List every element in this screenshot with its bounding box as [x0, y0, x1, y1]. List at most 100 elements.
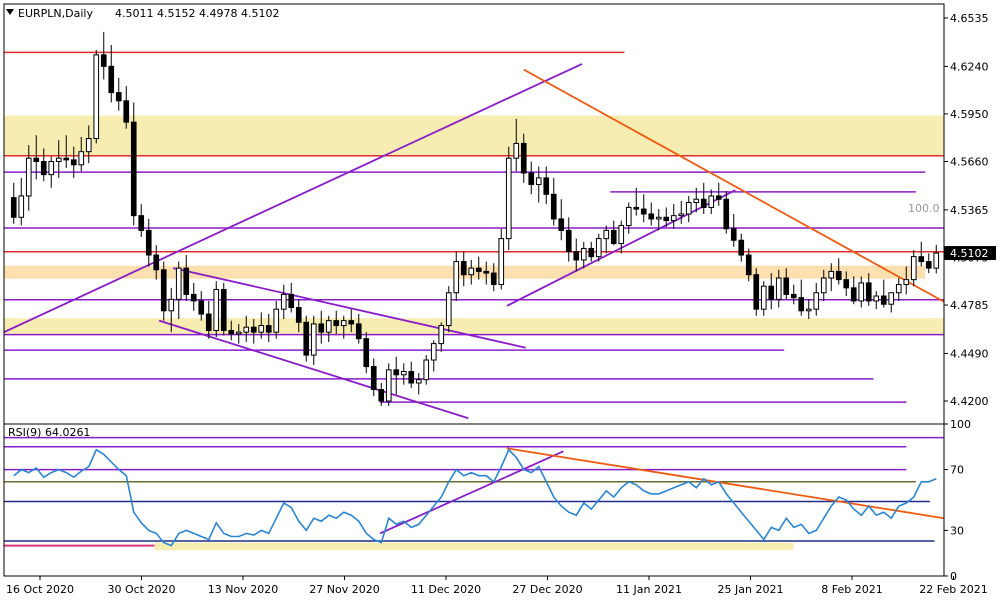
- candle-body: [903, 279, 910, 286]
- candle-body: [33, 157, 40, 162]
- candle-99: [753, 268, 760, 316]
- price-tick-label-3: 4.5660: [950, 156, 989, 169]
- candle-body: [198, 300, 205, 315]
- x-tick-label-2: 13 Nov 2020: [208, 583, 278, 596]
- candle-58: [445, 286, 452, 333]
- candle-body: [685, 202, 692, 215]
- candle-body: [183, 267, 190, 295]
- candle-body: [768, 285, 775, 300]
- candle-body: [348, 320, 355, 325]
- candle-body: [655, 216, 662, 220]
- candle-body: [25, 157, 32, 197]
- candle-body: [858, 282, 865, 302]
- candle-body: [430, 343, 437, 361]
- candle-body: [453, 261, 460, 294]
- candle-body: [318, 323, 325, 333]
- candle-body: [423, 359, 430, 381]
- candle-body: [648, 213, 655, 220]
- candle-body: [78, 151, 85, 166]
- x-tick-label-0: 16 Oct 2020: [6, 583, 74, 596]
- candle-body: [123, 100, 130, 123]
- candle-body: [505, 157, 512, 240]
- candle-body: [565, 229, 572, 253]
- symbol-header: EURPLN,Daily: [18, 7, 93, 20]
- rsi-tick-label-1: 70: [950, 464, 964, 477]
- candle-body: [490, 272, 497, 286]
- candle-body: [813, 292, 820, 310]
- fib-100-label: 100.0: [908, 202, 940, 215]
- rsi-zone-0: [154, 542, 794, 551]
- candle-body: [250, 326, 257, 333]
- candle-body: [468, 267, 475, 276]
- candle-body: [153, 254, 160, 271]
- candle-body: [48, 161, 55, 176]
- chart-canvas: 4.65354.62404.59504.56604.53654.50754.47…: [0, 0, 1000, 600]
- price-tick-label-7: 4.4490: [950, 347, 989, 360]
- candle-body: [220, 288, 227, 331]
- candle-body: [175, 267, 182, 300]
- candle-body: [393, 369, 400, 376]
- candle-50: [385, 363, 392, 406]
- candle-body: [933, 252, 940, 269]
- price-tick-label-4: 4.5365: [950, 204, 989, 217]
- candle-body: [280, 293, 287, 310]
- candle-11: [93, 49, 100, 144]
- candle-body: [100, 54, 107, 67]
- candle-body: [715, 195, 722, 200]
- candle-body: [693, 198, 700, 204]
- price-tick-label-2: 4.5950: [950, 108, 989, 121]
- candle-body: [790, 293, 797, 299]
- price-zone-0: [4, 115, 944, 156]
- candle-body: [10, 197, 17, 218]
- candle-body: [625, 206, 632, 226]
- candle-body: [723, 198, 730, 230]
- candle-55: [423, 355, 430, 385]
- candle-body: [595, 238, 602, 258]
- x-tick-label-5: 27 Dec 2020: [512, 583, 582, 596]
- candle-body: [400, 371, 407, 376]
- rsi-tick-label-3: 0: [950, 570, 957, 583]
- candle-body: [340, 320, 347, 327]
- price-tick-label-6: 4.4785: [950, 299, 989, 312]
- candle-body: [415, 379, 422, 384]
- candle-body: [303, 321, 310, 356]
- candle-body: [243, 326, 250, 333]
- candle-body: [880, 295, 887, 305]
- candle-body: [925, 261, 932, 269]
- rsi-header: RSI(9) 64.0261: [8, 426, 90, 439]
- candle-body: [355, 323, 362, 340]
- candle-body: [610, 229, 617, 245]
- candle-body: [190, 293, 197, 302]
- candle-28: [220, 282, 227, 336]
- price-zone-2: [4, 318, 944, 335]
- candle-body: [730, 228, 737, 241]
- candle-body: [363, 338, 370, 368]
- candle-body: [258, 325, 265, 333]
- x-tick-label-4: 11 Dec 2020: [411, 583, 481, 596]
- candle-body: [378, 389, 385, 402]
- x-tick-label-7: 25 Jan 2021: [718, 583, 784, 596]
- candle-body: [235, 331, 242, 335]
- candle-body: [108, 65, 115, 94]
- candle-body: [138, 215, 145, 231]
- candle-body: [528, 172, 535, 185]
- candle-body: [805, 308, 812, 312]
- candle-body: [475, 267, 482, 272]
- candle-66: [505, 146, 512, 251]
- candle-body: [438, 325, 445, 345]
- candle-body: [745, 254, 752, 276]
- candle-body: [918, 256, 925, 263]
- candle-body: [160, 269, 167, 312]
- candle-body: [850, 287, 857, 302]
- rsi-tick-label-0: 100: [950, 418, 971, 431]
- candle-body: [580, 247, 587, 261]
- candle-body: [873, 295, 880, 302]
- candle-body: [573, 251, 580, 261]
- candle-body: [828, 270, 835, 279]
- candle-body: [513, 142, 520, 159]
- price-tick-label-1: 4.6240: [950, 60, 989, 73]
- candle-body: [663, 216, 670, 222]
- candle-body: [843, 279, 850, 289]
- ohlc-values: 4.5011 4.5152 4.4978 4.5102: [115, 7, 279, 20]
- x-tick-label-1: 30 Oct 2020: [107, 583, 175, 596]
